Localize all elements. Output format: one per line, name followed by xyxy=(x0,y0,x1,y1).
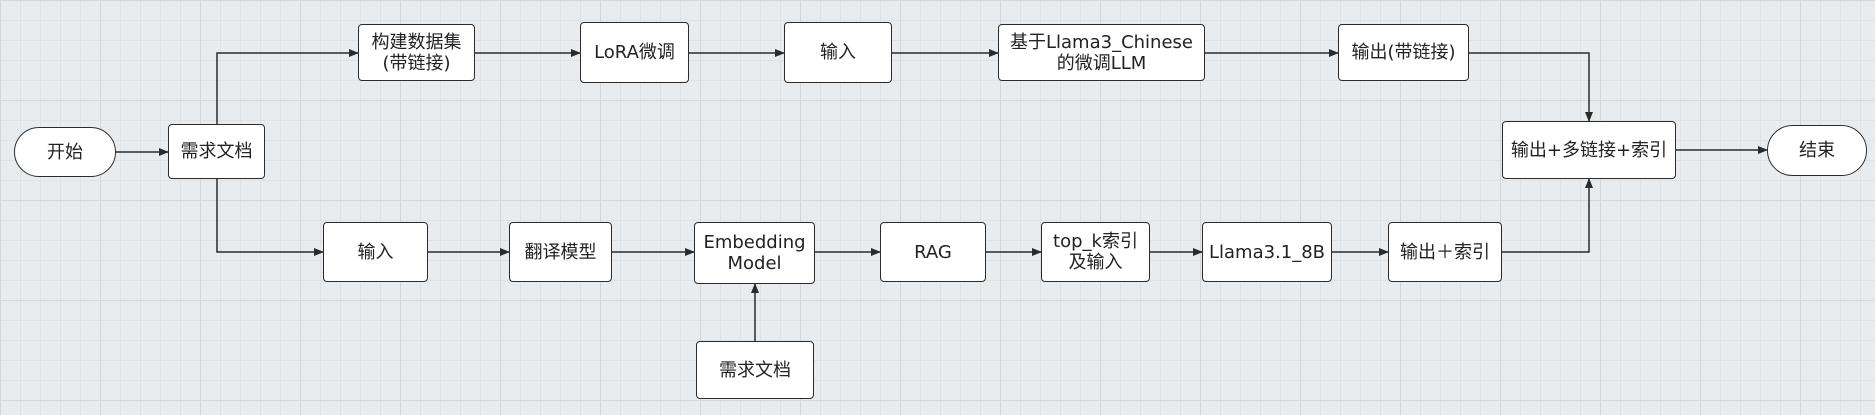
end-node: 结束 xyxy=(1767,125,1867,176)
edge-output-index-to-output-multi xyxy=(1502,178,1593,253)
edge-output-link-to-output-multi xyxy=(1469,52,1593,122)
llama3-chinese-label: 基于Llama3_Chinese 的微调LLM xyxy=(1010,31,1193,74)
topk-label: top_k索引 及输入 xyxy=(1053,231,1138,273)
start-node: 开始 xyxy=(14,127,116,177)
build-dataset-node: 构建数据集 (带链接) xyxy=(358,24,475,81)
llama31-node: Llama3.1_8B xyxy=(1202,222,1332,282)
output-link-label: 输出(带链接) xyxy=(1351,42,1456,63)
llama3-chinese-node: 基于Llama3_Chinese 的微调LLM xyxy=(998,24,1205,81)
start-label: 开始 xyxy=(47,141,83,163)
embedding-label: Embedding Model xyxy=(703,232,806,274)
input-bottom-node: 输入 xyxy=(323,222,428,282)
input-top-label: 输入 xyxy=(820,42,856,63)
input-top-node: 输入 xyxy=(784,22,892,83)
edge-req-doc-to-build-dataset xyxy=(216,49,359,124)
req-doc-bottom-label: 需求文档 xyxy=(719,359,791,381)
rag-label: RAG xyxy=(914,241,952,263)
translate-node: 翻译模型 xyxy=(509,222,612,282)
output-index-node: 输出＋索引 xyxy=(1388,222,1502,282)
build-dataset-label: 构建数据集 (带链接) xyxy=(371,31,462,74)
flowchart: 开始 需求文档 构建数据集 (带链接) LoRA微调 输入 基于Llama3_C… xyxy=(0,0,1875,415)
req-doc-label: 需求文档 xyxy=(180,141,253,162)
end-label: 结束 xyxy=(1799,140,1835,161)
lora-label: LoRA微调 xyxy=(594,42,675,63)
input-bottom-label: 输入 xyxy=(357,241,394,263)
output-multi-label: 输出+多链接+索引 xyxy=(1510,139,1668,161)
llama31-label: Llama3.1_8B xyxy=(1208,241,1326,263)
rag-node: RAG xyxy=(880,222,986,282)
req-doc-node: 需求文档 xyxy=(168,124,265,179)
edge-layer xyxy=(116,49,1768,341)
edge-req-doc-to-input-bottom xyxy=(216,179,324,256)
output-multi-node: 输出+多链接+索引 xyxy=(1502,121,1676,179)
embedding-node: Embedding Model xyxy=(694,222,815,284)
req-doc-bottom-node: 需求文档 xyxy=(696,341,814,399)
lora-node: LoRA微调 xyxy=(580,22,689,83)
topk-node: top_k索引 及输入 xyxy=(1041,222,1150,282)
output-index-label: 输出＋索引 xyxy=(1400,241,1490,263)
translate-label: 翻译模型 xyxy=(524,241,597,263)
output-link-node: 输出(带链接) xyxy=(1338,24,1469,81)
